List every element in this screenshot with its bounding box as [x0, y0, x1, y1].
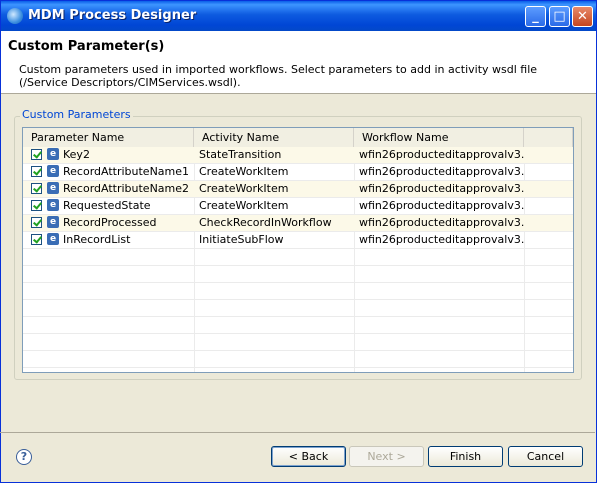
- finish-button[interactable]: Finish: [428, 446, 503, 467]
- parameter-name: RecordProcessed: [63, 216, 157, 229]
- cell-parameter: e RecordAttributeName2: [31, 181, 193, 198]
- empty-row: [23, 317, 573, 334]
- cell-parameter: e RequestedState: [31, 198, 193, 215]
- table-row[interactable]: e RecordProcessed CheckRecordInWorkflow w…: [23, 215, 573, 232]
- workflow-name: wfin26producteditapprovalv3....: [359, 233, 524, 246]
- parameter-name: InRecordList: [63, 233, 131, 246]
- back-button[interactable]: < Back: [271, 446, 346, 467]
- column-header-activity-name[interactable]: Activity Name: [194, 128, 354, 147]
- parameter-name: Key2: [63, 148, 90, 161]
- activity-name: StateTransition: [199, 148, 282, 161]
- row-checkbox[interactable]: [31, 199, 42, 211]
- workflow-name: wfin26producteditapprovalv3....: [359, 165, 524, 178]
- minimize-button[interactable]: _: [525, 6, 546, 27]
- row-checkbox[interactable]: [31, 165, 42, 177]
- next-button[interactable]: Next >: [349, 446, 424, 467]
- workflow-name: wfin26producteditapprovalv3....: [359, 148, 524, 161]
- cell-parameter: e Key2: [31, 147, 193, 164]
- title-bar[interactable]: MDM Process Designer _ □ ✕: [1, 1, 596, 31]
- empty-row: [23, 249, 573, 266]
- workflow-name: wfin26producteditapprovalv3....: [359, 182, 524, 195]
- parameter-name: RecordAttributeName1: [63, 165, 190, 178]
- group-label: Custom Parameters: [20, 108, 133, 121]
- empty-row: [23, 266, 573, 283]
- wizard-header: Custom Parameter(s) Custom parameters us…: [1, 31, 596, 94]
- cell-parameter: e RecordProcessed: [31, 215, 193, 232]
- element-icon: e: [47, 199, 59, 211]
- parameter-name: RequestedState: [63, 199, 151, 212]
- activity-name: InitiateSubFlow: [199, 233, 284, 246]
- table-row[interactable]: e RequestedState CreateWorkItem wfin26pro…: [23, 198, 573, 215]
- empty-row: [23, 300, 573, 317]
- window-title: MDM Process Designer: [28, 8, 197, 23]
- cell-parameter: e RecordAttributeName1: [31, 164, 193, 181]
- help-icon[interactable]: ?: [16, 449, 32, 465]
- footer-separator: [0, 432, 595, 433]
- element-icon: e: [47, 165, 59, 177]
- activity-name: CreateWorkItem: [199, 199, 289, 212]
- row-checkbox[interactable]: [31, 233, 42, 245]
- table-row[interactable]: e Key2 StateTransition wfin26productedita…: [23, 147, 573, 164]
- workflow-name: wfin26producteditapprovalv3....: [359, 216, 524, 229]
- table-row[interactable]: e InRecordList InitiateSubFlow wfin26prod…: [23, 232, 573, 249]
- column-header-filler: [524, 128, 573, 147]
- cancel-button[interactable]: Cancel: [508, 446, 583, 467]
- activity-name: CheckRecordInWorkflow: [199, 216, 332, 229]
- close-button[interactable]: ✕: [572, 6, 593, 27]
- page-title: Custom Parameter(s): [8, 39, 165, 54]
- table-header: Parameter Name Activity Name Workflow Na…: [23, 128, 573, 148]
- column-header-workflow-name[interactable]: Workflow Name: [354, 128, 524, 147]
- table-row[interactable]: e RecordAttributeName1 CreateWorkItem wfi…: [23, 164, 573, 181]
- cell-parameter: e InRecordList: [31, 232, 193, 249]
- element-icon: e: [47, 148, 59, 160]
- parameters-table[interactable]: Parameter Name Activity Name Workflow Na…: [22, 127, 574, 373]
- page-description: Custom parameters used in imported workf…: [19, 63, 538, 89]
- maximize-button[interactable]: □: [549, 6, 570, 27]
- row-checkbox[interactable]: [31, 148, 42, 160]
- element-icon: e: [47, 233, 59, 245]
- activity-name: CreateWorkItem: [199, 165, 289, 178]
- workflow-name: wfin26producteditapprovalv3....: [359, 199, 524, 212]
- column-header-parameter-name[interactable]: Parameter Name: [23, 128, 194, 147]
- app-icon: [7, 8, 23, 24]
- table-row[interactable]: e RecordAttributeName2 CreateWorkItem wfi…: [23, 181, 573, 198]
- empty-row: [23, 283, 573, 300]
- empty-row: [23, 334, 573, 351]
- element-icon: e: [47, 182, 59, 194]
- row-checkbox[interactable]: [31, 216, 42, 228]
- activity-name: CreateWorkItem: [199, 182, 289, 195]
- row-checkbox[interactable]: [31, 182, 42, 194]
- element-icon: e: [47, 216, 59, 228]
- empty-row: [23, 351, 573, 368]
- parameter-name: RecordAttributeName2: [63, 182, 190, 195]
